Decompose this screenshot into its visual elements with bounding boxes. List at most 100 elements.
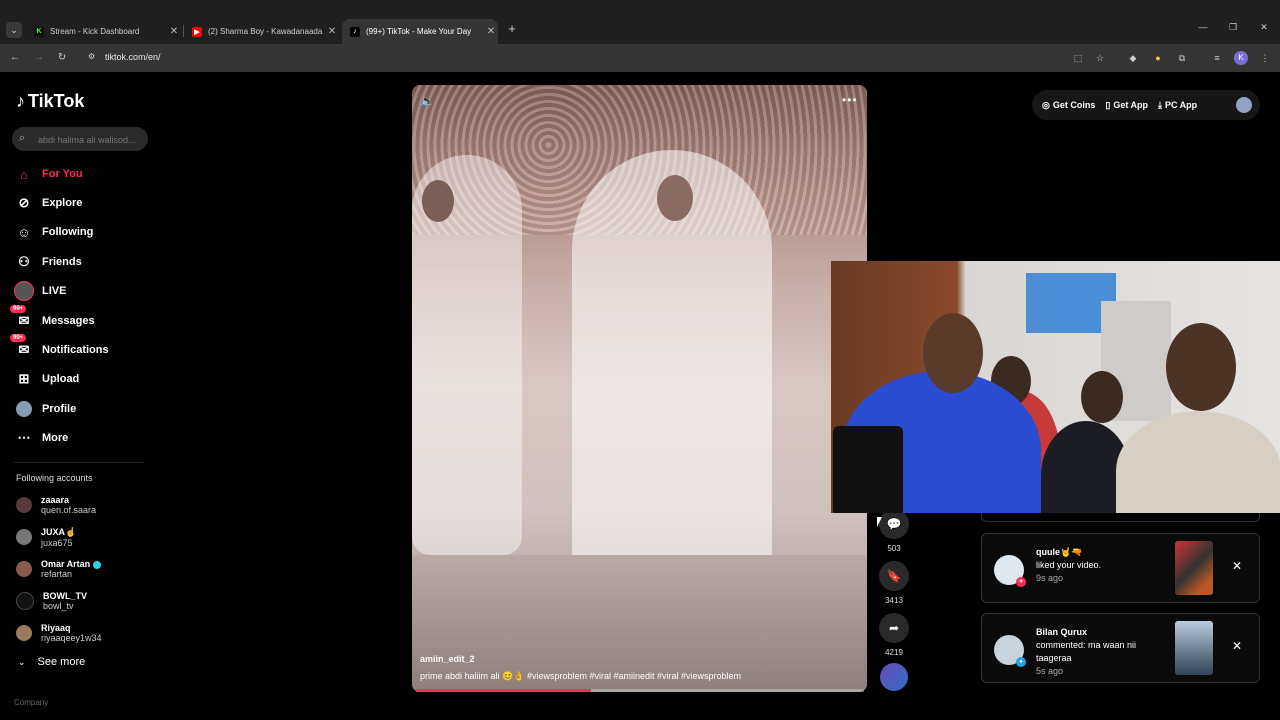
pc-app-button[interactable]: ⤓ PC App	[1158, 100, 1197, 111]
browser-profile-avatar[interactable]: K	[1234, 51, 1248, 65]
account-avatar	[16, 561, 32, 577]
video-thumbnail[interactable]	[1175, 621, 1213, 675]
video-player[interactable]	[412, 85, 867, 692]
sidebar-item-notifications[interactable]: ✉ 99+ Notifications	[10, 334, 109, 360]
notification-comment[interactable]: ● Bilan Qurux commented: ma waan nii taa…	[981, 613, 1260, 683]
close-tab-icon[interactable]: ✕	[484, 26, 498, 37]
sidebar-item-explore[interactable]: ⊘ Explore	[14, 193, 83, 213]
following-accounts-title: Following accounts	[16, 473, 93, 483]
forward-icon[interactable]: →	[32, 51, 46, 65]
notification-avatar: ●	[994, 635, 1026, 667]
sidebar-item-following[interactable]: ☺ Following	[14, 222, 93, 242]
following-account[interactable]: JUXA☝ juxa675	[16, 524, 76, 550]
extension-diamond-icon[interactable]: ◆	[1126, 51, 1140, 65]
close-icon[interactable]: ✕	[1232, 559, 1242, 573]
kick-favicon-icon: K	[34, 26, 44, 37]
tiktok-favicon-icon: ♪	[350, 26, 360, 37]
install-app-icon[interactable]: ⬚	[1071, 51, 1085, 65]
browser-toolbar: ← → ↻ ⚙ tiktok.com/en/ ⬚ ☆ ◆ ● ⧉ ≡ K ⋮	[0, 44, 1280, 72]
verified-badge-icon	[93, 560, 102, 569]
following-account[interactable]: Riyaaq riyaaqeey1w34	[16, 620, 102, 646]
comment-count: 503	[887, 544, 901, 553]
upload-icon: ⊞	[18, 371, 30, 386]
sidebar-item-upload[interactable]: ⊞ Upload	[14, 369, 80, 389]
following-account[interactable]: Omar Artan refartan	[16, 556, 102, 582]
get-coins-button[interactable]: ◎ Get Coins	[1042, 100, 1095, 111]
home-icon: ⌂	[20, 166, 28, 182]
account-avatar	[16, 529, 32, 545]
close-icon[interactable]: ✕	[1232, 639, 1242, 653]
sidebar-divider	[14, 462, 144, 463]
video-caption: prime abdi haliim ali 😊👌 #viewsproblem #…	[420, 671, 742, 681]
notifications-icon: ✉ 99+	[10, 334, 34, 360]
sidebar-item-messages[interactable]: ✉ 99+ Messages	[10, 305, 95, 331]
media-control-icon[interactable]: ≡	[1210, 51, 1224, 65]
tab-search-icon[interactable]: ⌄	[6, 22, 22, 38]
see-more-button[interactable]: ⌄ See more	[18, 656, 85, 668]
notification-avatar: ♥	[994, 555, 1026, 587]
sidebar-item-friends[interactable]: ⚇ Friends	[14, 252, 82, 272]
more-dots-icon: ⋯	[17, 430, 31, 445]
video-author[interactable]: amiin_edit_2	[420, 654, 475, 664]
following-user-icon: ☺	[17, 224, 31, 240]
address-bar[interactable]: ⚙ tiktok.com/en/	[80, 48, 1080, 68]
chevron-down-icon: ⌄	[18, 656, 26, 667]
more-options-icon[interactable]: •••	[842, 93, 858, 107]
comment-button[interactable]: 💬 503	[879, 509, 909, 553]
company-section-title: Company	[14, 698, 49, 707]
comment-badge-icon: ●	[1016, 657, 1026, 667]
tab-youtube[interactable]: ▶ (2) Sharma Boy - Kawadanaada ✕	[184, 19, 339, 44]
close-tab-icon[interactable]: ✕	[325, 26, 339, 37]
sidebar-item-profile[interactable]: Profile	[14, 399, 76, 419]
browser-tabstrip: ⌄ K Stream - Kick Dashboard ✕ ▶ (2) Shar…	[0, 0, 1280, 44]
comment-icon: 💬	[879, 509, 909, 539]
maximize-icon[interactable]: ❐	[1223, 22, 1243, 33]
back-icon[interactable]: ←	[8, 51, 22, 65]
account-avatar	[16, 497, 32, 513]
video-thumbnail[interactable]	[1175, 541, 1213, 595]
share-button[interactable]: ➦ 4219	[879, 613, 909, 657]
live-icon	[14, 281, 34, 301]
tiktok-logo[interactable]: ♪ TikTok	[16, 91, 84, 112]
share-icon: ➦	[879, 613, 909, 643]
following-account[interactable]: zaaara quen.of.saara	[16, 492, 96, 518]
friends-icon: ⚇	[18, 254, 30, 269]
volume-icon[interactable]: 🔈	[420, 94, 435, 108]
bookmark-star-icon[interactable]: ☆	[1093, 51, 1107, 65]
bookmark-count: 3413	[885, 596, 903, 605]
new-tab-icon[interactable]: +	[505, 22, 519, 36]
extension-coin-icon[interactable]: ●	[1151, 51, 1165, 65]
search-box[interactable]: ⌕	[12, 127, 148, 151]
phone-icon: ▯	[1105, 99, 1111, 110]
notification-like[interactable]: ♥ quule🤘🔫 liked your video. 9s ago ✕	[981, 533, 1260, 603]
account-avatar	[16, 625, 32, 641]
youtube-favicon-icon: ▶	[192, 26, 202, 37]
bookmark-button[interactable]: 🔖 3413	[879, 561, 909, 605]
close-window-icon[interactable]: ✕	[1254, 22, 1274, 33]
site-info-icon[interactable]: ⚙	[88, 52, 98, 62]
browser-menu-icon[interactable]: ⋮	[1258, 51, 1272, 65]
search-icon: ⌕	[19, 132, 26, 144]
extensions-puzzle-icon[interactable]: ⧉	[1175, 51, 1189, 65]
coin-icon: ◎	[1042, 99, 1050, 110]
top-actions: ◎ Get Coins ▯ Get App ⤓ PC App	[1032, 90, 1260, 120]
reload-icon[interactable]: ↻	[55, 51, 69, 65]
user-avatar[interactable]	[1236, 97, 1252, 113]
sidebar-item-more[interactable]: ⋯ More	[14, 428, 69, 448]
compass-icon: ⊘	[18, 195, 30, 210]
minimize-icon[interactable]: —	[1193, 22, 1213, 32]
get-app-button[interactable]: ▯ Get App	[1105, 100, 1148, 111]
search-input[interactable]	[36, 131, 146, 149]
tab-kick-dashboard[interactable]: K Stream - Kick Dashboard ✕	[26, 19, 181, 44]
video-progress-fill	[416, 689, 591, 692]
close-tab-icon[interactable]: ✕	[167, 26, 181, 37]
tab-tiktok[interactable]: ♪ (99+) TikTok - Make Your Day ✕	[342, 19, 498, 44]
notification-card-edge	[981, 513, 1260, 522]
following-account[interactable]: BOWL_TV bowl_tv	[16, 588, 87, 614]
video-progress-bar[interactable]	[416, 689, 864, 692]
sidebar-item-live[interactable]: LIVE	[14, 281, 66, 301]
sidebar-item-for-you[interactable]: ⌂ For You	[14, 164, 82, 184]
mouse-cursor-icon	[877, 517, 882, 527]
notifications-badge: 99+	[10, 334, 27, 342]
creator-avatar[interactable]	[880, 663, 908, 691]
